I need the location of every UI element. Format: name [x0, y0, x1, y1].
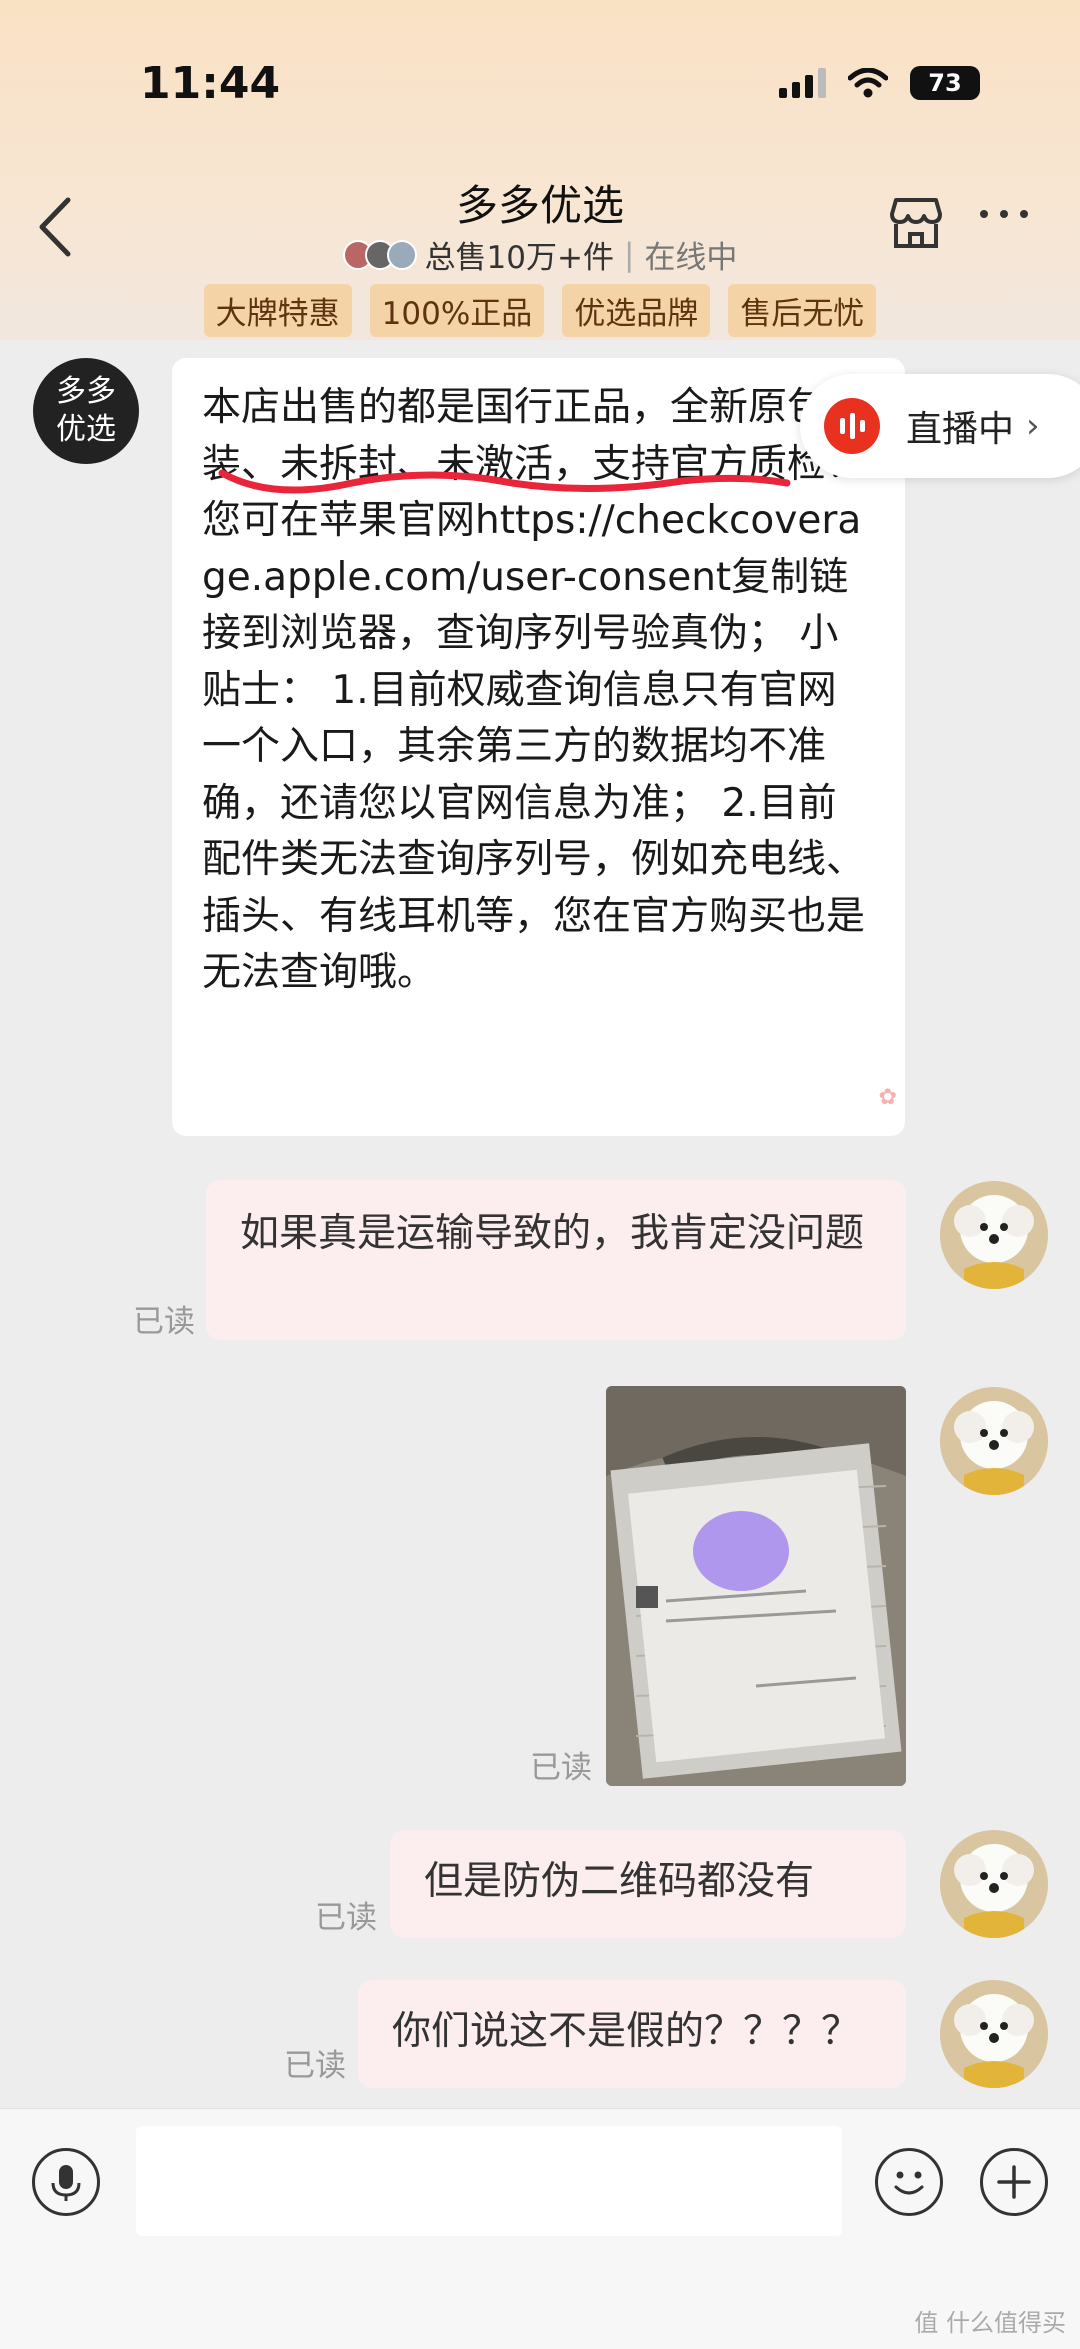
- online-status: 在线中: [644, 240, 738, 276]
- chat-header: 11:44 73 多多优选 总售10万+件 | 在线中 大牌特惠 100%正品 …: [0, 0, 1080, 340]
- product-photo[interactable]: [606, 1386, 906, 1786]
- tag-brand-deal: 大牌特惠: [203, 284, 352, 337]
- shop-message-bubble[interactable]: 本店出售的都是国行正品，全新原包装、未拆封、未激活，支持官方质检！您可在苹果官网…: [172, 358, 905, 1136]
- read-receipt: 已读: [315, 1900, 377, 1936]
- red-scribble-mark: [218, 469, 791, 494]
- user-avatar[interactable]: [940, 1980, 1048, 2088]
- status-icons: 73: [779, 66, 980, 100]
- more-options-icon[interactable]: [980, 210, 1028, 218]
- user-message-text: 但是防伪二维码都没有: [424, 1859, 815, 1904]
- sales-count: 总售10万+件: [424, 240, 614, 276]
- dog-avatar-icon: [940, 1387, 1048, 1495]
- voice-input-button[interactable]: [32, 2148, 100, 2216]
- watermark: 值 什么值得买: [914, 2309, 1066, 2337]
- more-actions-button[interactable]: [980, 2148, 1048, 2216]
- user-message-bubble[interactable]: 如果真是运输导致的，我肯定没问题: [206, 1180, 906, 1340]
- live-label: 直播中: [906, 409, 1015, 450]
- live-logo-icon: [824, 398, 880, 454]
- message-input[interactable]: [136, 2126, 842, 2236]
- user-avatar[interactable]: [940, 1387, 1048, 1495]
- user-message-text: 如果真是运输导致的，我肯定没问题: [240, 1211, 865, 1256]
- plus-icon: [997, 2165, 1031, 2199]
- dog-avatar-icon: [940, 1830, 1048, 1938]
- chevron-right-icon: ›: [1026, 406, 1040, 446]
- store-icon[interactable]: [886, 194, 946, 252]
- battery-indicator: 73: [910, 66, 980, 100]
- divider: |: [623, 236, 635, 273]
- buyer-avatars: [342, 239, 417, 270]
- sticker-decoration: ✿: [878, 1084, 897, 1110]
- dog-avatar-icon: [940, 1181, 1048, 1289]
- user-avatar[interactable]: [940, 1830, 1048, 1938]
- emoji-button[interactable]: [875, 2148, 943, 2216]
- shop-tags: 大牌特惠 100%正品 优选品牌 售后无忧: [0, 284, 1080, 337]
- product-box-image: [606, 1386, 906, 1786]
- tag-genuine: 100%正品: [369, 284, 545, 337]
- tag-after-sales: 售后无忧: [728, 284, 877, 337]
- cellular-signal-icon: [779, 68, 826, 98]
- user-message-text: 你们说这不是假的？？？？: [392, 2009, 861, 2054]
- read-receipt: 已读: [133, 1304, 195, 1340]
- live-stream-button[interactable]: 直播中 ›: [800, 374, 1080, 478]
- shop-avatar[interactable]: 多多 优选: [33, 358, 139, 464]
- dog-avatar-icon: [940, 1980, 1048, 2088]
- wifi-icon: [848, 68, 888, 98]
- user-message-bubble[interactable]: 但是防伪二维码都没有: [390, 1830, 906, 1938]
- user-message-bubble[interactable]: 你们说这不是假的？？？？: [358, 1980, 906, 2088]
- smiley-icon: [894, 2171, 924, 2195]
- shop-avatar-label: 多多 优选: [56, 374, 116, 447]
- read-receipt: 已读: [530, 1750, 592, 1786]
- status-time: 11:44: [140, 58, 281, 109]
- tag-selected-brand: 优选品牌: [562, 284, 711, 337]
- read-receipt: 已读: [284, 2048, 346, 2084]
- microphone-icon: [51, 2165, 81, 2201]
- user-avatar[interactable]: [940, 1181, 1048, 1289]
